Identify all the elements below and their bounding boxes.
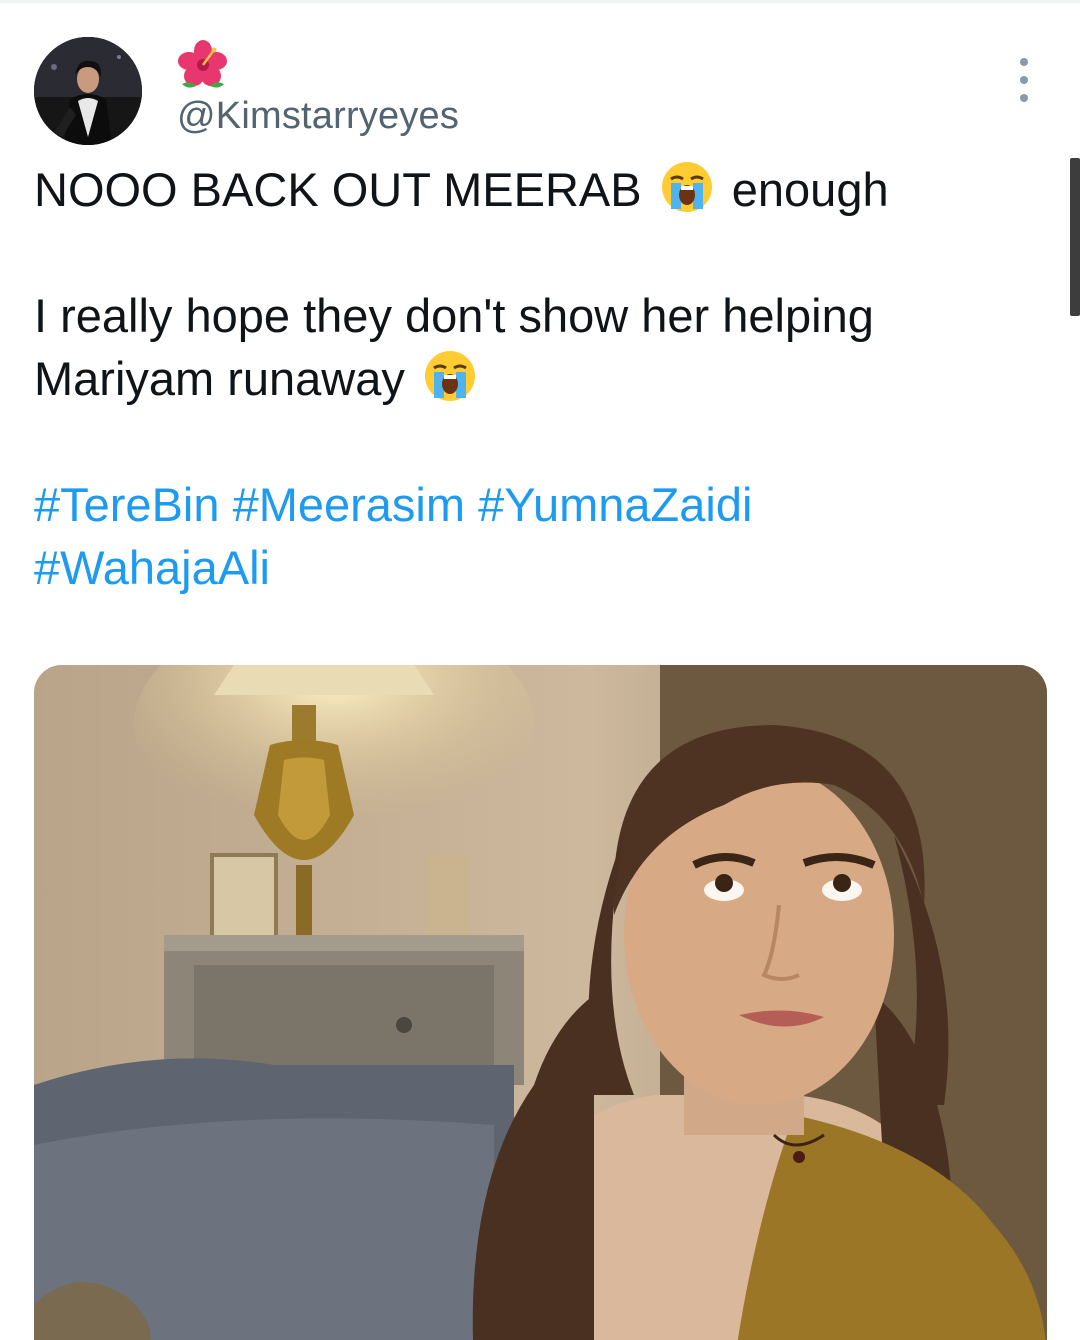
more-options-button[interactable] (1004, 58, 1044, 102)
hashtag-list: #TereBin #Meerasim #YumnaZaidi #WahajaAl… (34, 473, 1034, 599)
loudly-crying-face-emoji (661, 162, 712, 212)
tweet-text: NOOO BACK OUT MEERAB enough I really hop… (34, 158, 1034, 599)
tweet-view: @Kimstarryeyes NOOO BACK OUT MEERAB enou… (0, 0, 1080, 1340)
user-handle[interactable]: @Kimstarryeyes (177, 93, 459, 139)
hashtag-link[interactable]: #YumnaZaidi (478, 478, 752, 531)
hashtag-link[interactable]: #Meerasim (233, 478, 465, 531)
scrollbar-thumb[interactable] (1070, 158, 1080, 316)
top-divider (0, 0, 1080, 3)
vertical-ellipsis-icon (1020, 58, 1028, 66)
loudly-crying-face-emoji (424, 351, 475, 401)
avatar[interactable] (34, 37, 142, 145)
tweet-media-image[interactable] (34, 665, 1047, 1340)
tweet-line-1: NOOO BACK OUT MEERAB enough (34, 158, 1034, 221)
hibiscus-emoji (178, 40, 227, 88)
tweet-line-2: I really hope they don't show her helpin… (34, 289, 874, 405)
hashtag-link[interactable]: #TereBin (34, 478, 220, 531)
hashtag-link[interactable]: #WahajaAli (34, 541, 270, 594)
